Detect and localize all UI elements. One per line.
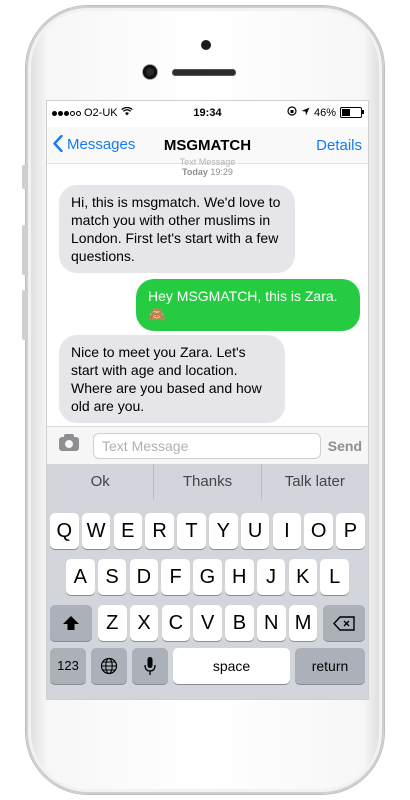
camera-icon[interactable] — [59, 434, 79, 451]
key-l[interactable]: L — [320, 559, 349, 595]
suggestion-thanks[interactable]: Thanks — [154, 464, 262, 500]
key-j[interactable]: J — [256, 559, 286, 595]
suggestion-talk-later[interactable]: Talk later — [262, 464, 368, 500]
key-p[interactable]: P — [336, 513, 365, 549]
timestamp-time: 19:29 — [210, 167, 233, 177]
details-button[interactable]: Details — [316, 137, 362, 154]
battery-icon — [340, 107, 364, 118]
key-y[interactable]: Y — [209, 513, 238, 549]
key-h[interactable]: H — [225, 559, 254, 595]
message-composer: Text Message Send — [47, 426, 368, 465]
timestamp-day: Today — [182, 167, 208, 177]
numbers-key[interactable]: 123 — [50, 648, 86, 684]
key-w[interactable]: W — [81, 513, 111, 549]
status-bar: O2-UK 19:34 46% — [47, 101, 368, 125]
return-key[interactable]: return — [295, 648, 365, 684]
key-g[interactable]: G — [193, 559, 222, 595]
shift-key[interactable] — [50, 605, 92, 641]
timestamp: Today 19:29 — [47, 167, 368, 177]
key-c[interactable]: C — [161, 605, 191, 641]
proximity-sensor — [201, 40, 211, 50]
monkey-emoji: 🙈 — [148, 306, 166, 322]
space-key[interactable]: space — [173, 648, 290, 684]
message-text: Hey MSGMATCH, this is Zara. — [148, 288, 338, 304]
key-f[interactable]: F — [161, 559, 190, 595]
key-m[interactable]: M — [288, 605, 318, 641]
location-arrow-icon — [301, 107, 310, 119]
message-text: Nice to meet you Zara. Let's start with … — [71, 344, 262, 414]
key-s[interactable]: S — [97, 559, 127, 595]
key-t[interactable]: T — [177, 513, 206, 549]
key-o[interactable]: O — [304, 513, 333, 549]
message-text: Hi, this is msgmatch. We'd love to match… — [71, 194, 281, 264]
earpiece-speaker — [172, 69, 236, 76]
key-e[interactable]: E — [113, 513, 143, 549]
timestamp-source: Text Message — [179, 157, 236, 167]
key-n[interactable]: N — [257, 605, 286, 641]
message-bubble-outgoing[interactable]: Hey MSGMATCH, this is Zara. 🙈 — [136, 279, 360, 331]
key-u[interactable]: U — [240, 513, 270, 549]
globe-key[interactable] — [91, 648, 127, 684]
key-z[interactable]: Z — [98, 605, 127, 641]
key-b[interactable]: B — [225, 605, 254, 641]
send-button[interactable]: Send — [328, 438, 362, 454]
battery-level — [342, 109, 350, 116]
message-bubble-incoming[interactable]: Hi, this is msgmatch. We'd love to match… — [59, 185, 295, 273]
volume-up-button — [22, 225, 27, 275]
volume-down-button — [22, 290, 27, 340]
key-a[interactable]: A — [66, 559, 95, 595]
key-d[interactable]: D — [129, 559, 159, 595]
front-camera — [143, 65, 157, 79]
key-k[interactable]: K — [288, 559, 318, 595]
message-bubble-incoming[interactable]: Nice to meet you Zara. Let's start with … — [59, 335, 285, 423]
key-x[interactable]: X — [129, 605, 159, 641]
key-r[interactable]: R — [145, 513, 174, 549]
mute-switch — [22, 165, 27, 189]
dictation-microphone-key[interactable] — [132, 648, 168, 684]
backspace-key[interactable] — [323, 605, 365, 641]
key-v[interactable]: V — [193, 605, 222, 641]
rotation-lock-icon — [287, 106, 297, 119]
suggestion-ok[interactable]: Ok — [47, 464, 155, 500]
quicktype-suggestions: Ok Thanks Talk later — [47, 464, 368, 500]
key-i[interactable]: I — [272, 513, 302, 549]
key-q[interactable]: Q — [50, 513, 79, 549]
battery-percent: 46% — [313, 106, 336, 119]
messages-screen: O2-UK 19:34 46% Messages MSGMATCH Detail… — [46, 100, 369, 700]
message-input[interactable]: Text Message — [93, 433, 321, 459]
keyboard: 123 space return QWERTYUIOP ASDFGHJKL ZXCV… — [47, 500, 368, 699]
